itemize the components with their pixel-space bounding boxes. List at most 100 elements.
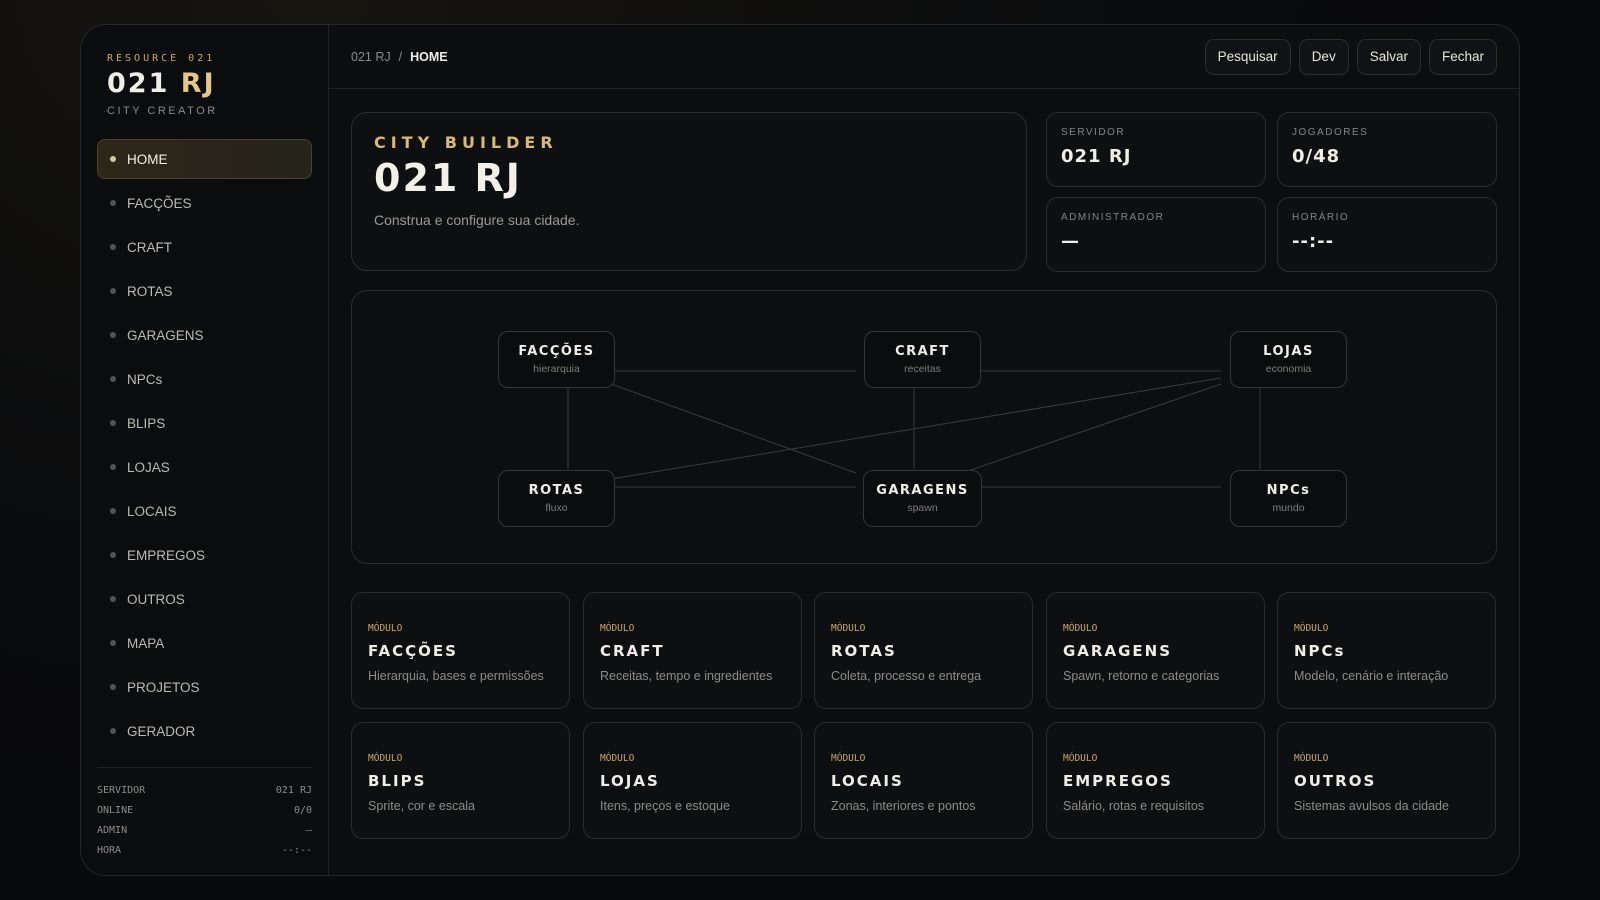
graph-node-sub: economia — [1265, 363, 1312, 375]
sidebar-item-rotas[interactable]: ROTAS — [97, 271, 312, 311]
module-title: GARAGENS — [1063, 642, 1172, 660]
close-button[interactable]: Fechar — [1428, 38, 1497, 75]
sidebar-item-label: NPCs — [127, 371, 163, 387]
module-title: BLIPS — [368, 772, 427, 790]
edge-faccoes-garagens — [610, 383, 857, 474]
sidebar-item-faccoes[interactable]: FACÇÕES — [97, 183, 312, 223]
side-stat-value: --:-- — [281, 844, 312, 856]
module-card-faccoes[interactable]: MÓDULO FACÇÕES Hierarquia, bases e permi… — [351, 592, 570, 709]
sidebar-item-home[interactable]: HOME — [97, 139, 312, 179]
brand-kicker: RESOURCE 021 — [107, 53, 216, 64]
module-title: OUTROS — [1294, 772, 1377, 790]
stat-label: SERVIDOR — [1061, 127, 1126, 138]
module-description: Sprite, cor e escala — [368, 799, 475, 813]
module-title: FACÇÕES — [368, 642, 458, 660]
dot-icon — [110, 200, 116, 206]
dot-icon — [110, 640, 116, 646]
sidebar-item-craft[interactable]: CRAFT — [97, 227, 312, 267]
graph-node-title: NPCs — [1266, 483, 1311, 498]
module-description: Zonas, interiores e pontos — [831, 799, 976, 813]
module-title: ROTAS — [831, 642, 897, 660]
hero-description: Construa e configure sua cidade. — [374, 212, 580, 228]
module-kicker: MÓDULO — [1063, 623, 1098, 634]
sidebar-item-projetos[interactable]: PROJETOS — [97, 667, 312, 707]
sidebar-item-label: CRAFT — [127, 239, 172, 255]
side-stat-label: SERVIDOR — [97, 784, 146, 796]
graph-node-rotas[interactable]: ROTAS fluxo — [498, 470, 615, 527]
sidebar-item-blips[interactable]: BLIPS — [97, 403, 312, 443]
graph-node-sub: mundo — [1272, 502, 1305, 514]
module-card-locais[interactable]: MÓDULO LOCAIS Zonas, interiores e pontos — [814, 722, 1033, 839]
sidebar-item-outros[interactable]: OUTROS — [97, 579, 312, 619]
module-card-craft[interactable]: MÓDULO CRAFT Receitas, tempo e ingredien… — [583, 592, 802, 709]
stat-value: 0/48 — [1292, 146, 1341, 167]
search-button[interactable]: Pesquisar — [1204, 38, 1291, 75]
hero-card: CITY BUILDER 021 RJ Construa e configure… — [351, 112, 1027, 271]
sidebar-stats: SERVIDOR 021 RJ ONLINE 0/0 ADMIN — HORA --:-… — [97, 767, 312, 860]
graph-node-title: GARAGENS — [876, 483, 969, 498]
app-window: RESOURCE 021 021 RJ CITY CREATOR HOME FA… — [80, 24, 1520, 876]
module-card-blips[interactable]: MÓDULO BLIPS Sprite, cor e escala — [351, 722, 570, 839]
sidebar-item-label: PROJETOS — [127, 679, 200, 695]
sidebar-item-lojas[interactable]: LOJAS — [97, 447, 312, 487]
side-stat-admin: ADMIN — — [97, 820, 312, 840]
stat-card-servidor: SERVIDOR 021 RJ — [1046, 112, 1266, 187]
brand-title: 021 RJ — [107, 68, 312, 99]
module-title: CRAFT — [600, 642, 665, 660]
graph-node-lojas[interactable]: LOJAS economia — [1230, 331, 1347, 388]
graph-node-garagens[interactable]: GARAGENS spawn — [863, 470, 982, 527]
dot-icon — [110, 420, 116, 426]
topbar: 021 RJ / HOME Pesquisar Dev Salvar Fecha… — [329, 25, 1519, 89]
module-kicker: MÓDULO — [600, 623, 635, 634]
stat-card-horario: HORÁRIO --:-- — [1277, 197, 1497, 272]
module-kicker: MÓDULO — [831, 753, 866, 764]
graph-node-craft[interactable]: CRAFT receitas — [864, 331, 981, 388]
sidebar-item-mapa[interactable]: MAPA — [97, 623, 312, 663]
side-stat-label: HORA — [97, 844, 122, 856]
module-description: Coleta, processo e entrega — [831, 669, 982, 683]
sidebar-item-label: MAPA — [127, 635, 165, 651]
side-stat-label: ADMIN — [97, 824, 128, 836]
sidebar-item-label: HOME — [127, 151, 168, 167]
sidebar-item-locais[interactable]: LOCAIS — [97, 491, 312, 531]
dev-button[interactable]: Dev — [1298, 38, 1349, 75]
sidebar-item-empregos[interactable]: EMPREGOS — [97, 535, 312, 575]
dot-icon — [110, 288, 116, 294]
sidebar-item-gerador[interactable]: GERADOR — [97, 711, 312, 751]
graph-node-npcs[interactable]: NPCs mundo — [1230, 470, 1347, 527]
module-card-npcs[interactable]: MÓDULO NPCs Modelo, cenário e interação — [1277, 592, 1496, 709]
save-button[interactable]: Salvar — [1356, 38, 1421, 75]
module-card-garagens[interactable]: MÓDULO GARAGENS Spawn, retorno e categor… — [1046, 592, 1265, 709]
graph-node-faccoes[interactable]: FACÇÕES hierarquia — [498, 331, 615, 388]
sidebar-item-label: GERADOR — [127, 723, 196, 739]
sidebar-item-label: GARAGENS — [127, 327, 204, 343]
module-kicker: MÓDULO — [368, 753, 403, 764]
dot-icon — [110, 508, 116, 514]
module-card-rotas[interactable]: MÓDULO ROTAS Coleta, processo e entrega — [814, 592, 1033, 709]
sidebar-item-npcs[interactable]: NPCs — [97, 359, 312, 399]
module-card-lojas[interactable]: MÓDULO LOJAS Itens, preços e estoque — [583, 722, 802, 839]
breadcrumb-current: HOME — [410, 49, 448, 64]
module-kicker: MÓDULO — [1063, 753, 1098, 764]
breadcrumb-separator: / — [398, 49, 403, 64]
graph-node-sub: fluxo — [545, 502, 568, 514]
module-card-outros[interactable]: MÓDULO OUTROS Sistemas avulsos da cidade — [1277, 722, 1496, 839]
module-kicker: MÓDULO — [831, 623, 866, 634]
breadcrumb-root[interactable]: 021 RJ — [351, 50, 391, 64]
module-card-empregos[interactable]: MÓDULO EMPREGOS Salário, rotas e requisi… — [1046, 722, 1265, 839]
module-title: LOCAIS — [831, 772, 904, 790]
dot-icon — [110, 332, 116, 338]
breadcrumb: 021 RJ / HOME — [351, 50, 448, 64]
graph-node-title: LOJAS — [1263, 344, 1314, 359]
sidebar-item-garagens[interactable]: GARAGENS — [97, 315, 312, 355]
dot-icon — [110, 244, 116, 250]
sidebar-item-label: EMPREGOS — [127, 547, 206, 563]
hero-kicker: CITY BUILDER — [374, 133, 558, 152]
top-actions: Pesquisar Dev Salvar Fechar — [1204, 38, 1497, 75]
stat-value: — — [1061, 231, 1080, 252]
sidebar-item-label: LOCAIS — [127, 503, 177, 519]
module-kicker: MÓDULO — [1294, 753, 1329, 764]
module-description: Receitas, tempo e ingredientes — [600, 669, 773, 683]
module-description: Sistemas avulsos da cidade — [1294, 799, 1449, 813]
dot-icon — [110, 376, 116, 382]
